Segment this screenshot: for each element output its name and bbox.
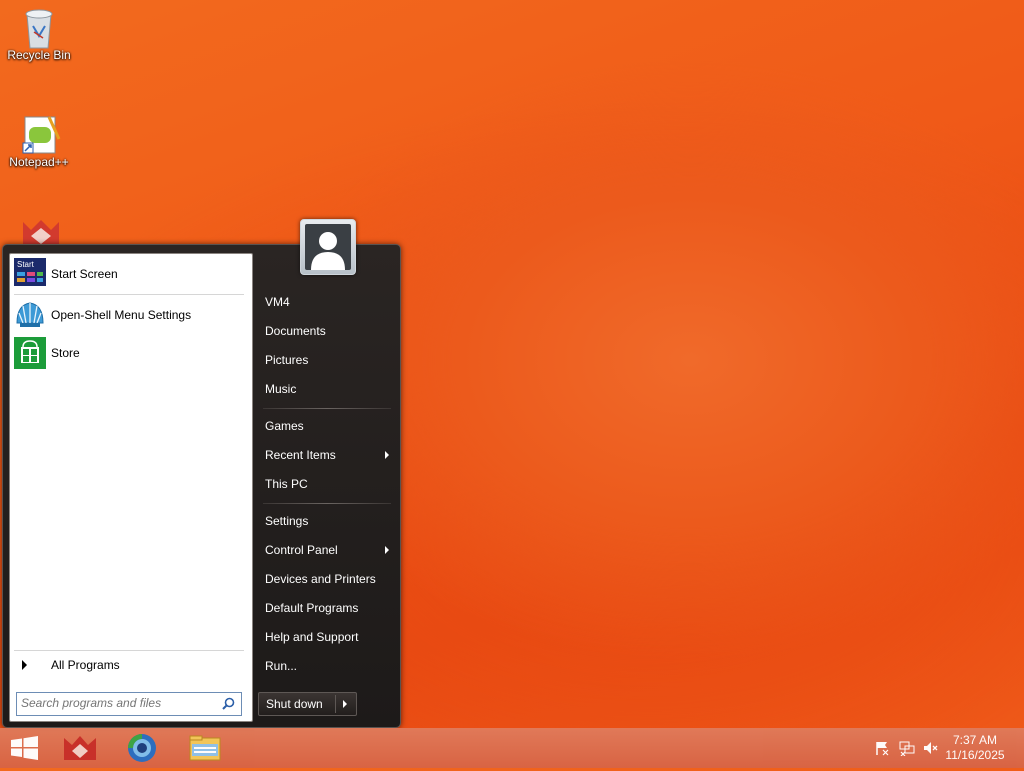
taskbar-file-explorer[interactable] <box>182 730 226 766</box>
menu-link-help-and-support[interactable]: Help and Support <box>257 624 395 650</box>
desktop-icon-label: Notepad++ <box>9 155 69 169</box>
menu-link-label: Help and Support <box>265 630 359 644</box>
search-input[interactable] <box>17 693 215 713</box>
start-menu: Start Start Screen Open-Shell Menu Setti… <box>2 219 401 728</box>
menu-link-label: Pictures <box>265 353 309 367</box>
all-programs-button[interactable]: All Programs <box>14 654 246 676</box>
menu-item-label: Start Screen <box>51 267 118 281</box>
start-menu-programs-pane: Start Start Screen Open-Shell Menu Setti… <box>9 253 253 722</box>
network-icon[interactable] <box>899 740 915 757</box>
divider <box>335 695 336 713</box>
menu-link-label: Games <box>265 419 304 433</box>
taskbar-browser[interactable] <box>120 730 164 766</box>
all-programs-label: All Programs <box>51 658 120 672</box>
menu-link-this-pc[interactable]: This PC <box>257 471 395 497</box>
divider <box>263 408 391 409</box>
menu-link-control-panel[interactable]: Control Panel <box>257 537 395 563</box>
menu-link-label: Devices and Printers <box>265 572 376 586</box>
expand-arrow-icon <box>22 660 27 670</box>
menu-link-label: Documents <box>265 324 326 338</box>
search-programs-box[interactable] <box>16 692 242 716</box>
shutdown-options-arrow-icon[interactable] <box>343 700 347 708</box>
submenu-arrow-icon <box>385 546 389 554</box>
start-screen-icon: Start <box>14 258 46 290</box>
menu-link-run[interactable]: Run... <box>257 653 395 679</box>
browser-icon <box>120 734 164 770</box>
menu-item-start-screen[interactable]: Start Start Screen <box>14 257 248 291</box>
menu-link-label: VM4 <box>265 295 290 309</box>
menu-item-open-shell-settings[interactable]: Open-Shell Menu Settings <box>14 298 248 332</box>
menu-link-music[interactable]: Music <box>257 376 395 402</box>
clock-date: 11/16/2025 <box>945 748 1005 762</box>
menu-link-label: Settings <box>265 514 309 528</box>
notepad-plus-plus-icon <box>19 113 61 154</box>
menu-link-settings[interactable]: Settings <box>257 508 395 534</box>
start-button[interactable] <box>2 730 46 766</box>
menu-link-pictures[interactable]: Pictures <box>257 347 395 373</box>
file-explorer-icon <box>182 735 226 770</box>
shutdown-label: Shut down <box>266 697 323 711</box>
search-icon[interactable] <box>222 697 235 713</box>
user-picture[interactable] <box>300 219 356 275</box>
menu-item-label: Open-Shell Menu Settings <box>51 308 192 322</box>
desktop-icon-label: Recycle Bin <box>7 48 71 62</box>
recycle-bin-icon <box>19 6 59 49</box>
menu-link-games[interactable]: Games <box>257 413 395 439</box>
menu-item-label: Store <box>51 346 80 360</box>
store-icon <box>14 337 46 369</box>
menu-link-recent-items[interactable]: Recent Items <box>257 442 395 468</box>
desktop-icon-notepad-plus-plus[interactable]: Notepad++ <box>4 113 74 169</box>
taskbar: 7:37 AM 11/16/2025 <box>0 728 1024 768</box>
taskbar-clock[interactable]: 7:37 AM 11/16/2025 <box>940 733 1010 763</box>
svg-text:Start: Start <box>17 260 35 269</box>
shutdown-button[interactable]: Shut down <box>258 692 357 716</box>
menu-link-label: Control Panel <box>265 543 338 557</box>
open-shell-icon <box>14 299 46 331</box>
action-center-flag-icon[interactable] <box>874 740 890 756</box>
menu-link-label: Recent Items <box>265 448 336 462</box>
menu-link-label: This PC <box>265 477 308 491</box>
menu-link-label: Music <box>265 382 297 396</box>
divider <box>14 294 244 295</box>
desktop-icon-recycle-bin[interactable]: Recycle Bin <box>4 6 74 62</box>
menu-link-default-programs[interactable]: Default Programs <box>257 595 395 621</box>
start-windows-icon <box>2 736 46 770</box>
menu-link-documents[interactable]: Documents <box>257 318 395 344</box>
app-shortcut-icon <box>58 736 102 770</box>
divider <box>14 650 244 651</box>
menu-link-user-folder[interactable]: VM4 <box>257 289 395 315</box>
user-avatar-icon <box>305 224 351 270</box>
menu-link-label: Run... <box>265 659 298 673</box>
taskbar-app-shortcut[interactable] <box>58 730 102 766</box>
submenu-arrow-icon <box>385 451 389 459</box>
volume-muted-icon[interactable] <box>922 740 938 756</box>
menu-item-store[interactable]: Store <box>14 336 248 370</box>
menu-link-devices-and-printers[interactable]: Devices and Printers <box>257 566 395 592</box>
clock-time: 7:37 AM <box>952 733 998 747</box>
divider <box>263 503 391 504</box>
menu-link-label: Default Programs <box>265 601 359 615</box>
